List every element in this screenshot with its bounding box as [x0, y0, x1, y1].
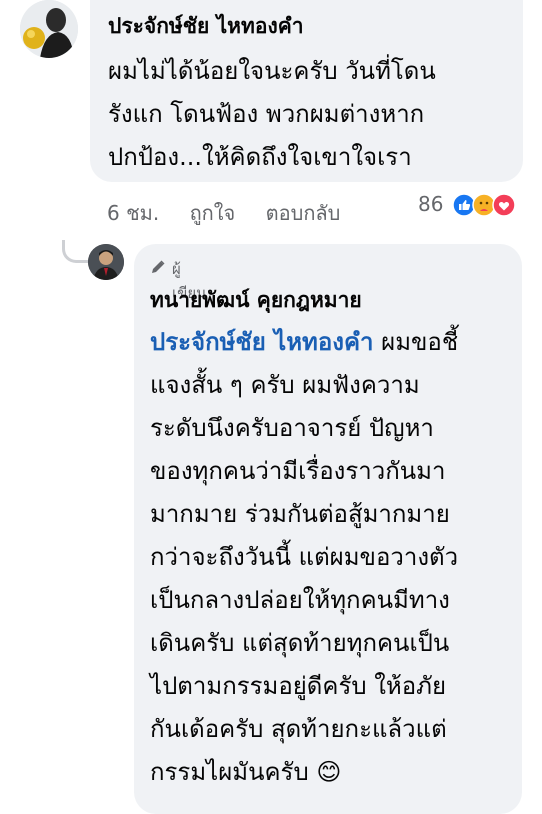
mention-link[interactable]: ประจักษ์ชัย ไหทองคำ: [150, 328, 374, 356]
reply-text-line-4: ของทุกคนว่ามีเรื่องราวกันมา: [150, 457, 446, 485]
reply-text-line-8: เดินครับ แต่สุดท้ายทุกคนเป็น: [150, 629, 450, 657]
reply-button[interactable]: ตอบกลับ: [266, 201, 341, 225]
reply-text-line-11: กรรมไผมันครับ 😊: [150, 751, 341, 794]
reply-text-line-1: ประจักษ์ชัย ไหทองคำ ผมขอชี้: [150, 321, 516, 364]
reply-text-line-11-text: กรรมไผมันครับ: [150, 758, 309, 786]
pencil-icon: [152, 260, 165, 273]
reaction-count: 86: [418, 192, 444, 216]
comment-bubble: ประจักษ์ชัย ไหทองคำ ผมไม่ได้น้อยใจนะครับ…: [90, 0, 523, 182]
thread-connector: [62, 240, 89, 263]
comment-author[interactable]: ประจักษ์ชัย ไหทองคำ: [108, 12, 304, 40]
smile-emoji-icon: 😊: [316, 758, 342, 786]
reply-text-line-7: เป็นกลางปล่อยให้ทุกคนมีทาง: [150, 586, 450, 614]
reply-text-line-1-rest: ผมขอชี้: [373, 328, 459, 356]
reply-text-line-2: แจงสั้น ๆ ครับ ผมฟังความ: [150, 371, 420, 399]
reaction-summary[interactable]: 86: [418, 190, 528, 222]
comment-text-line-2: รังแก โดนฟ้อง พวกผมต่างหาก: [108, 100, 425, 128]
comment-timestamp[interactable]: 6 ชม.: [107, 201, 159, 225]
comment-text-line-3: ปกป้อง...ให้คิดถึงใจเขาใจเรา: [108, 143, 412, 171]
reply-text-line-9: ไปตามกรรมอยู่ดีครับ ให้อภัย: [150, 672, 447, 700]
reply-author-avatar[interactable]: [88, 244, 124, 280]
avatar-photo: [88, 244, 124, 280]
reply-text-line-5: มากมาย ร่วมกันต่อสู้มากมาย: [150, 500, 450, 528]
reply-bubble: ผู้เขียน ทนายพัฒน์ คุยกฎหมาย ประจักษ์ชัย…: [134, 244, 522, 814]
love-icon: [492, 193, 516, 217]
reply-text-line-10: กันเด้อครับ สุดท้ายกะแล้วแต่: [150, 715, 447, 743]
reply-author[interactable]: ทนายพัฒน์ คุยกฎหมาย: [150, 286, 362, 314]
like-button[interactable]: ถูกใจ: [190, 201, 236, 225]
commenter-avatar[interactable]: [20, 0, 78, 58]
reply-text-line-3: ระดับนึงครับอาจารย์ ปัญหา: [150, 414, 434, 442]
comment-text-line-1: ผมไม่ได้น้อยใจนะครับ วันที่โดน: [108, 57, 436, 85]
comment-actions: 6 ชม. ถูกใจ ตอบกลับ: [107, 197, 364, 225]
reply-text-line-6: กว่าจะถึงวันนี้ แต่ผมขอวางตัว: [150, 543, 459, 571]
avatar-photo: [20, 0, 78, 58]
